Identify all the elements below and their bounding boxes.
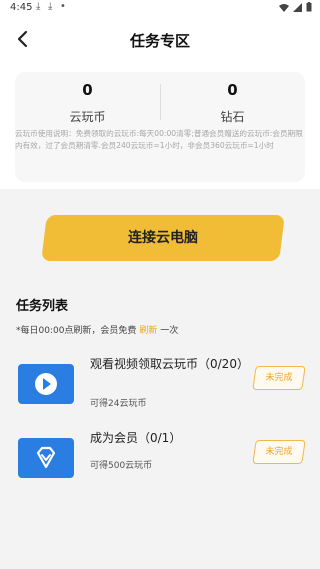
battery-icon <box>306 2 312 12</box>
status-time: 4:45 <box>10 2 33 13</box>
diamond-value: 0 <box>227 81 238 99</box>
signal-icon <box>293 2 302 12</box>
task-list-title: 任务列表 <box>16 299 69 314</box>
wifi-icon <box>279 3 289 12</box>
task-item: 观看视频领取云玩币（0/20） 可得24云玩币 未完成 <box>0 356 320 416</box>
dot-icon: • <box>60 1 66 12</box>
cloud-coin-usage-note: 云玩币使用说明：免费领取的云玩币:每天00:00清零;普通会员赠送的云玩币:会员… <box>15 129 303 150</box>
refresh-note-prefix: *每日00:00点刷新，会员免费 <box>16 326 140 336</box>
task-status-label[interactable]: 未完成 <box>254 366 304 390</box>
refresh-note-suffix: 一次 <box>157 326 179 336</box>
download-icon: ⤓ <box>48 1 53 12</box>
refresh-link[interactable]: 刷新 <box>139 326 157 336</box>
task-status-label[interactable]: 未完成 <box>254 440 304 464</box>
task-icon-tile <box>18 364 74 404</box>
task-reward: 可得500云玩币 <box>90 461 153 471</box>
cloud-coin-label: 云玩币 <box>69 110 106 124</box>
play-icon <box>35 373 57 395</box>
diamond-label: 钻石 <box>220 110 245 124</box>
task-item: 成为会员（0/1） 可得500云玩币 未完成 <box>0 430 320 490</box>
app-bar: 任务专区 <box>0 16 320 64</box>
diamond-icon <box>36 446 56 469</box>
status-bar: 4:45 ⤓ ⤓ • <box>0 0 320 16</box>
balance-card: 0 云玩币 0 钻石 云玩币使用说明：免费领取的云玩币:每天00:00清零;普通… <box>15 72 305 182</box>
task-icon-tile <box>18 438 74 478</box>
task-refresh-note: *每日00:00点刷新，会员免费 刷新 一次 <box>16 323 178 336</box>
task-name: 成为会员（0/1） <box>90 431 182 445</box>
download-icon: ⤓ <box>36 1 41 12</box>
task-name: 观看视频领取云玩币（0/20） <box>90 357 249 371</box>
page-title: 任务专区 <box>129 32 190 50</box>
status-icons <box>279 2 312 12</box>
cloud-coin-stat: 0 云玩币 <box>15 80 160 125</box>
diamond-stat: 0 钻石 <box>160 80 305 125</box>
cloud-coin-value: 0 <box>82 81 93 99</box>
task-reward: 可得24云玩币 <box>90 399 147 409</box>
connect-cloud-pc-label[interactable]: 连接云电脑 <box>44 215 282 261</box>
